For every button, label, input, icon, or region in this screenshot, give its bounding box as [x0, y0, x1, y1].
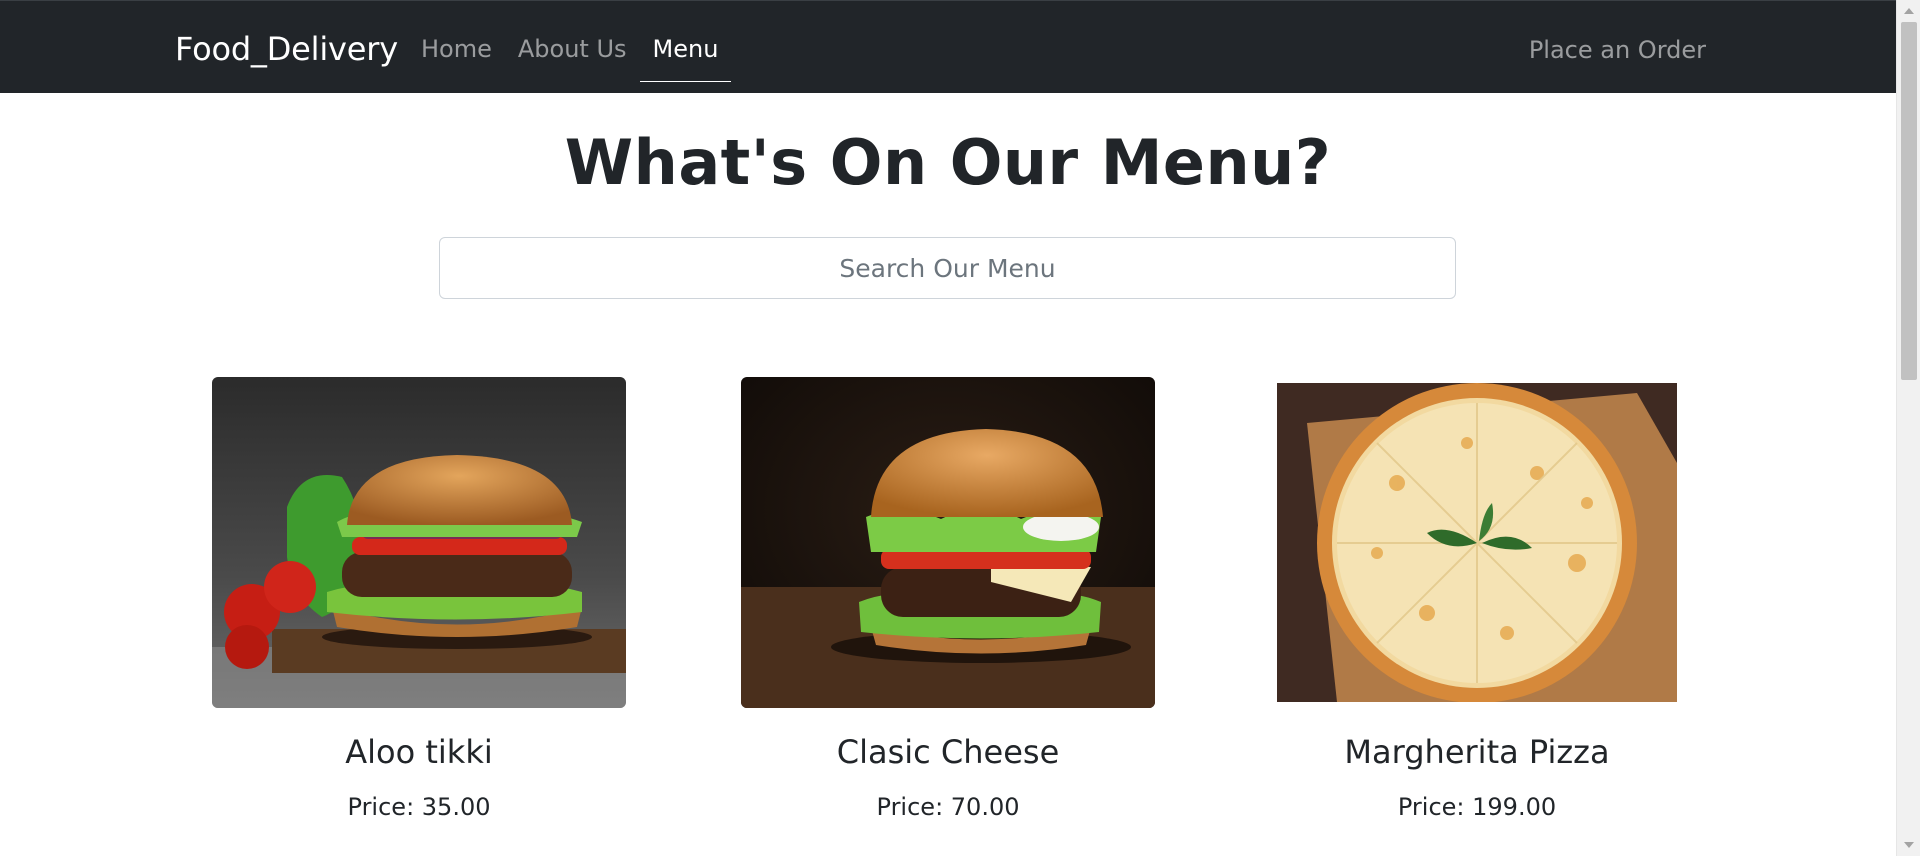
scroll-down-arrow-icon[interactable] — [1904, 842, 1914, 848]
scroll-up-arrow-icon[interactable] — [1904, 8, 1914, 14]
top-navbar: Food_Delivery Home About Us Menu Place a… — [0, 0, 1896, 93]
menu-item-title: Clasic Cheese — [836, 733, 1060, 771]
nav-about-link[interactable]: About Us — [505, 1, 640, 82]
search-input[interactable] — [439, 237, 1456, 299]
pizza-photo[interactable] — [1277, 383, 1677, 702]
menu-item-price: Price: 70.00 — [876, 793, 1020, 821]
scroll-thumb[interactable] — [1901, 22, 1917, 380]
menu-card-aloo-tikki[interactable]: Aloo tikki Price: 35.00 — [212, 377, 626, 821]
page-title: What's On Our Menu? — [564, 126, 1332, 199]
menu-card-clasic-cheese[interactable]: Clasic Cheese Price: 70.00 — [741, 377, 1155, 821]
menu-card-margherita-pizza[interactable]: Margherita Pizza Price: 199.00 — [1270, 377, 1684, 821]
place-order-link[interactable]: Place an Order — [1529, 35, 1706, 65]
menu-item-title: Aloo tikki — [345, 733, 493, 771]
burger-photo[interactable] — [212, 377, 626, 708]
menu-item-price: Price: 35.00 — [347, 793, 491, 821]
menu-item-title: Margherita Pizza — [1344, 733, 1610, 771]
brand-link[interactable]: Food_Delivery — [175, 30, 398, 68]
cheeseburger-photo[interactable] — [741, 377, 1155, 708]
nav-links: Home About Us Menu — [408, 1, 732, 94]
menu-item-price: Price: 199.00 — [1397, 793, 1557, 821]
vertical-scrollbar[interactable] — [1896, 0, 1920, 856]
page: Food_Delivery Home About Us Menu Place a… — [0, 0, 1896, 856]
nav-menu-link[interactable]: Menu — [639, 1, 732, 82]
nav-home-link[interactable]: Home — [408, 1, 505, 82]
